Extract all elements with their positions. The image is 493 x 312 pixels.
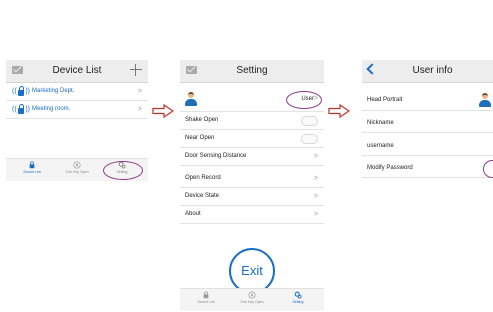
- setting-row-about[interactable]: About >: [180, 206, 324, 224]
- tab-label: Device List: [197, 300, 215, 304]
- shake-open-toggle[interactable]: [301, 116, 318, 126]
- setting-row-open-record[interactable]: Open Record >: [180, 170, 324, 188]
- device-row-meeting-room[interactable]: (( )) Meeting room. >: [6, 101, 148, 119]
- compass-icon: [248, 291, 256, 299]
- flow-arrow-icon: [328, 104, 350, 118]
- row-label: Door Sensing Distance: [185, 153, 247, 159]
- row-label: Near Open: [185, 135, 215, 141]
- avatar-icon: [185, 92, 197, 106]
- setting-row-shake-open: Shake Open: [180, 112, 324, 130]
- add-device-icon[interactable]: [130, 64, 142, 76]
- head-portrait-row[interactable]: Head Portrait: [362, 90, 493, 111]
- page-title: User info: [412, 65, 453, 76]
- row-label: Nickname: [367, 120, 394, 126]
- row-label: About: [185, 211, 201, 217]
- chevron-right-icon: >: [313, 175, 318, 182]
- flow-arrow-icon: [152, 104, 174, 118]
- tab-label: Device List: [23, 170, 41, 174]
- setting-row-door-sensing-distance[interactable]: Door Sensing Distance >: [180, 148, 324, 166]
- device-row-marketing[interactable]: (( )) Marketing Dept. >: [6, 83, 148, 101]
- tab-one-key-open[interactable]: One Key Open: [232, 291, 272, 304]
- chevron-right-icon: >: [137, 106, 142, 113]
- row-label: username: [367, 143, 394, 149]
- highlight-setting-tab: [103, 161, 143, 180]
- chevron-right-icon: >: [313, 153, 318, 160]
- tab-setting[interactable]: Setting: [278, 291, 318, 304]
- username-row: username: [362, 138, 493, 156]
- tab-label: Setting: [292, 300, 304, 304]
- bottom-tab-bar: Device List One Key Open Setting: [180, 288, 324, 311]
- row-label: Head Portrait: [367, 97, 403, 103]
- tab-one-key-open[interactable]: One Key Open: [57, 161, 97, 174]
- row-label: Device State: [185, 193, 220, 199]
- device-name: Marketing Dept.: [32, 88, 75, 94]
- setting-header: Setting: [180, 60, 324, 83]
- device-list-screen: Device List (( )) Marketing Dept. > (( )…: [6, 60, 148, 181]
- bluetooth-lock-icon: (( )): [12, 86, 30, 96]
- tab-device-list[interactable]: Device List: [186, 291, 226, 304]
- avatar-icon: [479, 93, 491, 107]
- user-info-screen: User info Head Portrait Nickname usernam…: [362, 60, 493, 178]
- page-title: Setting: [236, 65, 268, 76]
- device-name: Meeting room.: [32, 106, 71, 112]
- compass-icon: [73, 161, 81, 169]
- highlight-user-button: [286, 91, 322, 109]
- bluetooth-lock-icon: (( )): [12, 104, 30, 114]
- device-list-header: Device List: [6, 60, 148, 83]
- chevron-right-icon: >: [313, 193, 318, 200]
- tab-label: One Key Open: [240, 300, 264, 304]
- lock-icon: [29, 161, 35, 169]
- user-info-header: User info: [362, 60, 493, 83]
- setting-row-near-open: Near Open: [180, 130, 324, 148]
- setting-row-device-state[interactable]: Device State >: [180, 188, 324, 206]
- page-title: Device List: [52, 65, 102, 76]
- chevron-right-icon: >: [313, 211, 318, 218]
- modify-password-row[interactable]: Modify Password: [362, 160, 493, 178]
- gear-icon: [294, 291, 302, 299]
- row-label: Open Record: [185, 175, 221, 181]
- nickname-row[interactable]: Nickname: [362, 115, 493, 133]
- chevron-right-icon: >: [137, 88, 142, 95]
- tab-label: One Key Open: [65, 170, 89, 174]
- near-open-toggle[interactable]: [301, 134, 318, 144]
- row-label: Shake Open: [185, 117, 219, 123]
- tab-device-list[interactable]: Device List: [12, 161, 52, 174]
- lock-icon: [203, 291, 209, 299]
- setting-screen: Setting User > Shake Open Near Open Door…: [180, 60, 324, 312]
- row-label: Modify Password: [367, 165, 413, 171]
